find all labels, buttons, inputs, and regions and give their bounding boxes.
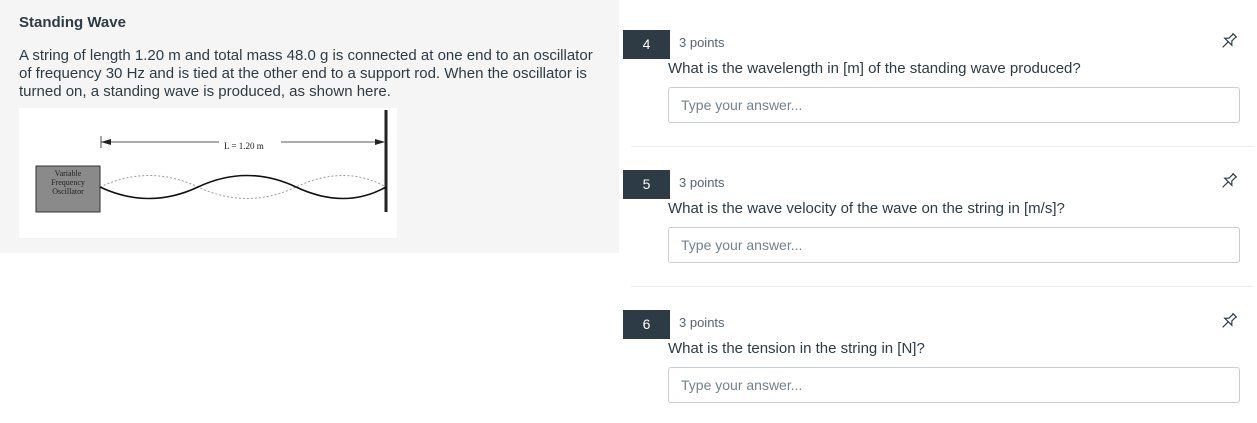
length-label: L = 1.20 m	[224, 141, 264, 151]
standing-wave-figure: L = 1.20 m Variable Frequency Oscillator	[19, 108, 397, 238]
pin-icon[interactable]	[1218, 170, 1240, 192]
oscillator-label-1: Variable	[55, 169, 82, 178]
oscillator-label-2: Frequency	[51, 178, 85, 187]
question-6: 6 3 points What is the tension in the st…	[623, 280, 1257, 410]
oscillator-label-3: Oscillator	[52, 187, 84, 196]
question-points: 3 points	[679, 175, 725, 190]
answer-input[interactable]	[668, 87, 1240, 123]
problem-description: A string of length 1.20 m and total mass…	[19, 47, 593, 100]
question-number-badge: 5	[623, 170, 670, 199]
question-number-badge: 4	[623, 30, 670, 59]
question-5: 5 3 points What is the wave velocity of …	[623, 140, 1257, 270]
dimension-arrow-left	[101, 139, 111, 145]
question-points: 3 points	[679, 315, 725, 330]
problem-panel: Standing Wave A string of length 1.20 m …	[0, 0, 619, 253]
question-text: What is the wavelength in [m] of the sta…	[668, 60, 1081, 77]
standing-wave-diagram: L = 1.20 m Variable Frequency Oscillator	[35, 110, 388, 213]
wave-envelope	[99, 175, 387, 199]
pin-icon[interactable]	[1218, 310, 1240, 332]
answer-input[interactable]	[668, 367, 1240, 403]
question-points: 3 points	[679, 35, 725, 50]
question-text: What is the wave velocity of the wave on…	[668, 200, 1065, 217]
dimension-arrow-right	[375, 139, 385, 145]
wave-string	[99, 174, 387, 200]
answer-input[interactable]	[668, 227, 1240, 263]
question-4: 4 3 points What is the wavelength in [m]…	[623, 0, 1257, 130]
problem-title: Standing Wave	[19, 14, 126, 31]
question-text: What is the tension in the string in [N]…	[668, 340, 925, 357]
question-number-badge: 6	[623, 310, 670, 339]
pin-icon[interactable]	[1218, 30, 1240, 52]
